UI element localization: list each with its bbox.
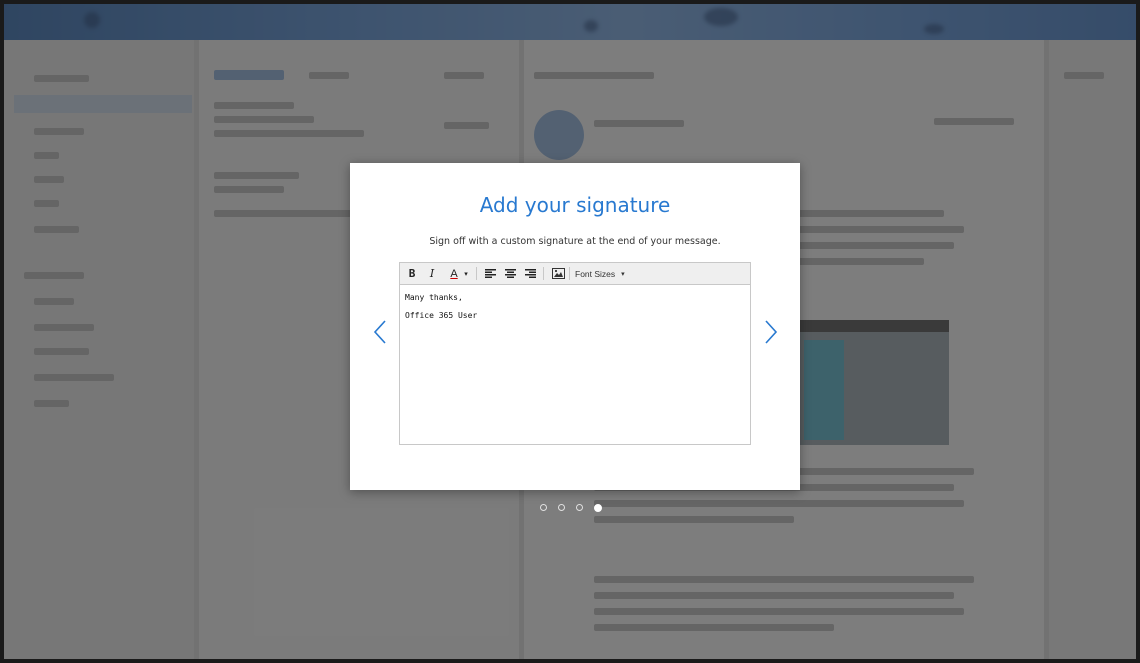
signature-text-area[interactable]: Many thanks, Office 365 User (405, 293, 745, 329)
align-center-icon (504, 269, 516, 278)
toolbar-divider (569, 267, 570, 280)
align-right-icon (524, 269, 536, 278)
align-right-button[interactable] (524, 266, 536, 281)
pager-dot-active[interactable] (594, 504, 602, 512)
italic-icon: I (429, 267, 435, 280)
align-center-button[interactable] (504, 266, 516, 281)
pager-dot[interactable] (576, 504, 583, 511)
dialog-subtitle: Sign off with a custom signature at the … (429, 236, 721, 247)
chevron-left-icon (373, 320, 386, 344)
signature-editor: B I A ▾ Font Sizes ▾ Many thanks, Office… (399, 262, 751, 445)
font-color-icon: A (450, 267, 458, 280)
signature-dialog: Add your signature Sign off with a custo… (350, 163, 800, 490)
bold-icon: B (408, 267, 416, 280)
caret-down-icon: ▾ (464, 270, 468, 278)
editor-toolbar: B I A ▾ Font Sizes ▾ (400, 263, 750, 285)
bold-button[interactable]: B (406, 266, 418, 281)
screen-frame: Add your signature Sign off with a custo… (0, 0, 1140, 663)
insert-image-icon (551, 268, 565, 279)
next-arrow-button[interactable] (762, 317, 780, 347)
signature-line: Many thanks, (405, 293, 463, 302)
align-left-icon (484, 269, 496, 278)
pager-dot[interactable] (558, 504, 565, 511)
insert-image-button[interactable] (551, 266, 565, 281)
signature-line: Office 365 User (405, 311, 478, 320)
font-color-button[interactable]: A (448, 266, 460, 281)
font-sizes-label: Font Sizes (575, 268, 616, 279)
chevron-right-icon (765, 320, 778, 344)
dialog-title: Add your signature (479, 193, 671, 217)
pager-dot[interactable] (540, 504, 547, 511)
toolbar-divider (543, 267, 544, 280)
toolbar-divider (476, 267, 477, 280)
previous-arrow-button[interactable] (371, 317, 389, 347)
font-sizes-dropdown[interactable]: Font Sizes ▾ (575, 266, 637, 281)
font-color-dropdown[interactable]: ▾ (462, 266, 470, 281)
carousel-pager (540, 504, 602, 514)
caret-down-icon: ▾ (621, 270, 625, 278)
align-left-button[interactable] (484, 266, 496, 281)
italic-button[interactable]: I (426, 266, 438, 281)
